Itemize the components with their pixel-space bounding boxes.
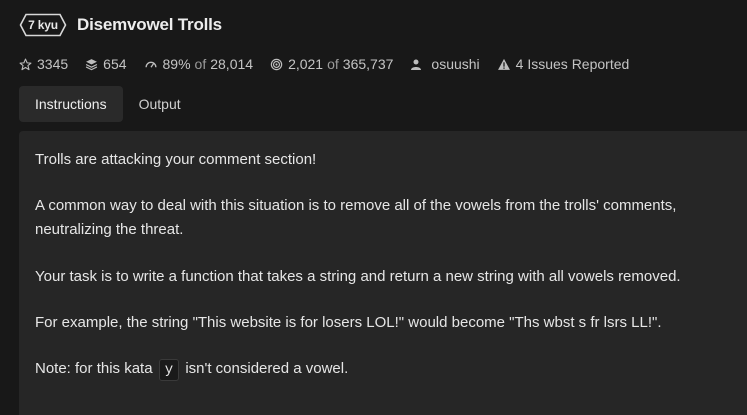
stars-stat[interactable]: 3345: [19, 56, 68, 72]
completed-stat: 2,021 of 365,737: [270, 56, 393, 72]
note-text-before: Note: for this kata: [35, 360, 153, 377]
gauge-icon: [144, 61, 157, 68]
rank-badge[interactable]: 7 kyu: [19, 13, 67, 37]
instructions-paragraph-2: A common way to deal with this situation…: [35, 197, 677, 238]
completed-total: 365,737: [342, 56, 394, 72]
instructions-paragraph-5: Note: for this kata y isn't considered a…: [35, 357, 727, 381]
instructions-paragraph-1: Trolls are attacking your comment sectio…: [35, 151, 317, 168]
star-icon: [19, 58, 32, 70]
satisfaction-votes: 28,014: [210, 56, 254, 72]
issues-count: 4 Issues Reported: [515, 56, 630, 72]
instructions-panel: Trolls are attacking your comment sectio…: [19, 131, 747, 415]
warning-icon: [497, 58, 510, 70]
kata-tabs: Instructions Output: [19, 86, 197, 122]
author-stat[interactable]: osuushi: [410, 56, 480, 72]
satisfaction-rate: 89%: [162, 56, 191, 72]
satisfaction-stat: 89% of 28,014: [144, 56, 254, 72]
completed-of: of: [327, 56, 339, 72]
instructions-paragraph-3: Your task is to write a function that ta…: [35, 268, 681, 285]
satisfaction-of: of: [194, 56, 207, 72]
kata-header: 7 kyu Disemvowel Trolls: [19, 12, 222, 38]
completed-count: 2,021: [288, 56, 324, 72]
inline-code: y: [158, 359, 180, 381]
tab-output[interactable]: Output: [123, 86, 197, 122]
stars-count: 3345: [37, 56, 69, 72]
user-icon: [411, 59, 422, 70]
instructions-paragraph-4: For example, the string "This website is…: [35, 314, 662, 331]
tab-instructions[interactable]: Instructions: [19, 86, 123, 122]
author-name: osuushi: [431, 56, 480, 72]
issues-stat[interactable]: 4 Issues Reported: [497, 56, 630, 72]
kata-stats: 3345 654 89% of 28,014 2,021 of 365,737: [19, 55, 646, 73]
note-text-after: isn't considered a vowel.: [185, 360, 349, 377]
collections-count: 654: [103, 56, 127, 72]
kata-title: Disemvowel Trolls: [77, 15, 222, 34]
collections-stat[interactable]: 654: [85, 56, 127, 72]
layers-icon: [85, 58, 98, 70]
rank-label: 7 kyu: [28, 18, 58, 32]
target-icon: [270, 58, 283, 70]
